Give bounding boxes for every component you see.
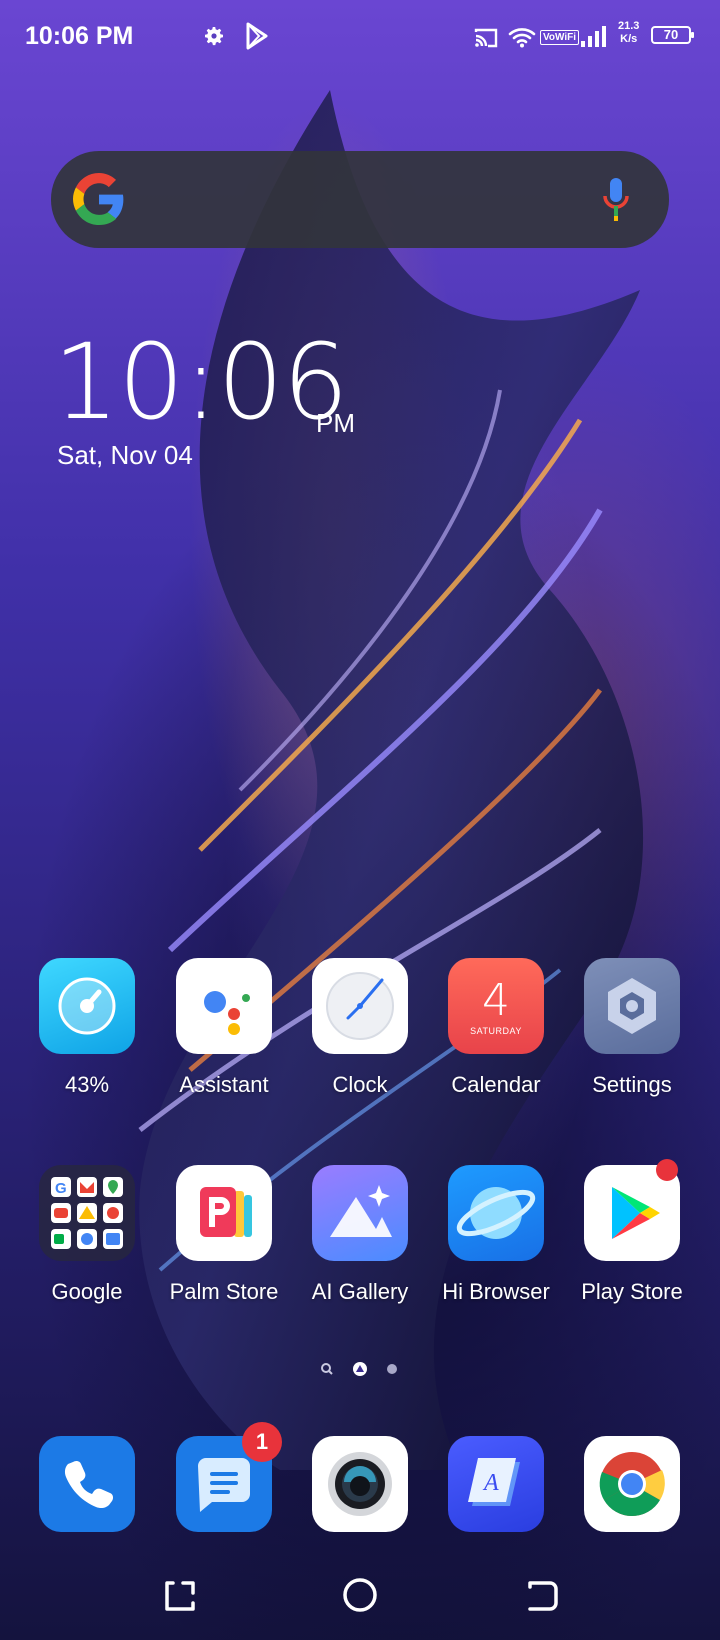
notification-dot <box>656 1159 678 1181</box>
google-folder-icon: G <box>39 1165 135 1261</box>
calendar-day: 4 <box>482 975 510 1026</box>
page-indicator[interactable] <box>318 1360 404 1378</box>
app-phone-master[interactable]: 43% <box>27 958 147 1098</box>
app-play-store[interactable]: Play Store <box>572 1159 692 1305</box>
wifi-icon <box>508 28 536 48</box>
mic-icon[interactable] <box>601 176 631 222</box>
camera-icon <box>312 1436 408 1532</box>
phone-icon <box>39 1436 135 1532</box>
dock-phone[interactable] <box>27 1436 147 1532</box>
app-hi-browser[interactable]: Hi Browser <box>436 1165 556 1305</box>
app-label: Assistant <box>179 1072 269 1097</box>
clock-widget-time: 10:06 <box>53 321 349 443</box>
app-settings[interactable]: Settings <box>572 958 692 1098</box>
gallery-icon <box>312 1165 408 1261</box>
settings-gear-icon <box>205 27 223 46</box>
signal-icon <box>581 26 606 47</box>
assistant-icon <box>176 958 272 1054</box>
network-speed: 21.3 K/s <box>618 20 639 46</box>
settings-icon <box>584 958 680 1054</box>
status-time: 10:06 PM <box>25 22 134 50</box>
cast-icon <box>474 28 498 48</box>
google-search-bar[interactable] <box>51 151 669 248</box>
status-bar: 10:06 PM VoWiFi 21.3 K/s 70 <box>0 0 720 72</box>
app-clock[interactable]: Clock <box>300 958 420 1098</box>
dock-camera[interactable] <box>300 1436 420 1532</box>
clock-widget-ampm: PM <box>316 408 355 438</box>
app-label: Hi Browser <box>442 1279 550 1304</box>
home-button[interactable] <box>338 1573 382 1617</box>
svg-text:G: G <box>55 1180 67 1197</box>
clock-widget[interactable]: 10:06 PM Sat, Nov 04 <box>53 321 355 471</box>
phone-master-icon <box>39 958 135 1054</box>
app-label: Clock <box>332 1072 388 1097</box>
palm-store-icon <box>176 1165 272 1261</box>
vowifi-label: VoWiFi <box>540 30 580 45</box>
dock-notes[interactable]: A <box>436 1436 556 1532</box>
google-g-icon <box>73 173 124 225</box>
calendar-icon: 4 SATURDAY <box>448 958 544 1054</box>
app-label: Calendar <box>451 1072 541 1097</box>
app-label: 43% <box>64 1072 110 1097</box>
calendar-weekday: SATURDAY <box>470 1026 522 1036</box>
app-assistant[interactable]: Assistant <box>164 958 284 1098</box>
svg-text:A: A <box>482 1470 499 1496</box>
message-count-badge: 1 <box>242 1422 282 1462</box>
app-palm-store[interactable]: Palm Store <box>164 1165 284 1305</box>
speed-value: 21.3 <box>618 20 640 32</box>
app-label: Play Store <box>581 1279 683 1304</box>
dock-chrome[interactable] <box>572 1436 692 1532</box>
app-label: Settings <box>592 1072 672 1097</box>
recents-button[interactable] <box>159 1573 203 1617</box>
app-label: Palm Store <box>169 1279 279 1304</box>
speed-unit: K/s <box>620 33 638 45</box>
play-store-icon <box>584 1159 680 1261</box>
dock-messages[interactable]: 1 <box>164 1422 284 1532</box>
notes-icon: A <box>448 1436 544 1532</box>
messages-icon: 1 <box>176 1422 282 1532</box>
app-ai-gallery[interactable]: AI Gallery <box>300 1165 420 1305</box>
app-calendar[interactable]: 4 SATURDAY Calendar <box>436 958 556 1098</box>
app-label: AI Gallery <box>311 1279 409 1304</box>
battery-indicator: 70 <box>651 26 694 44</box>
app-label: Google <box>51 1279 123 1304</box>
app-google-folder[interactable]: G Google <box>27 1165 147 1305</box>
back-button[interactable] <box>520 1573 564 1617</box>
chrome-icon <box>584 1436 680 1532</box>
play-store-status-icon <box>246 22 268 50</box>
browser-icon <box>448 1165 544 1261</box>
clock-widget-date: Sat, Nov 04 <box>57 440 193 470</box>
clock-icon <box>312 958 408 1054</box>
